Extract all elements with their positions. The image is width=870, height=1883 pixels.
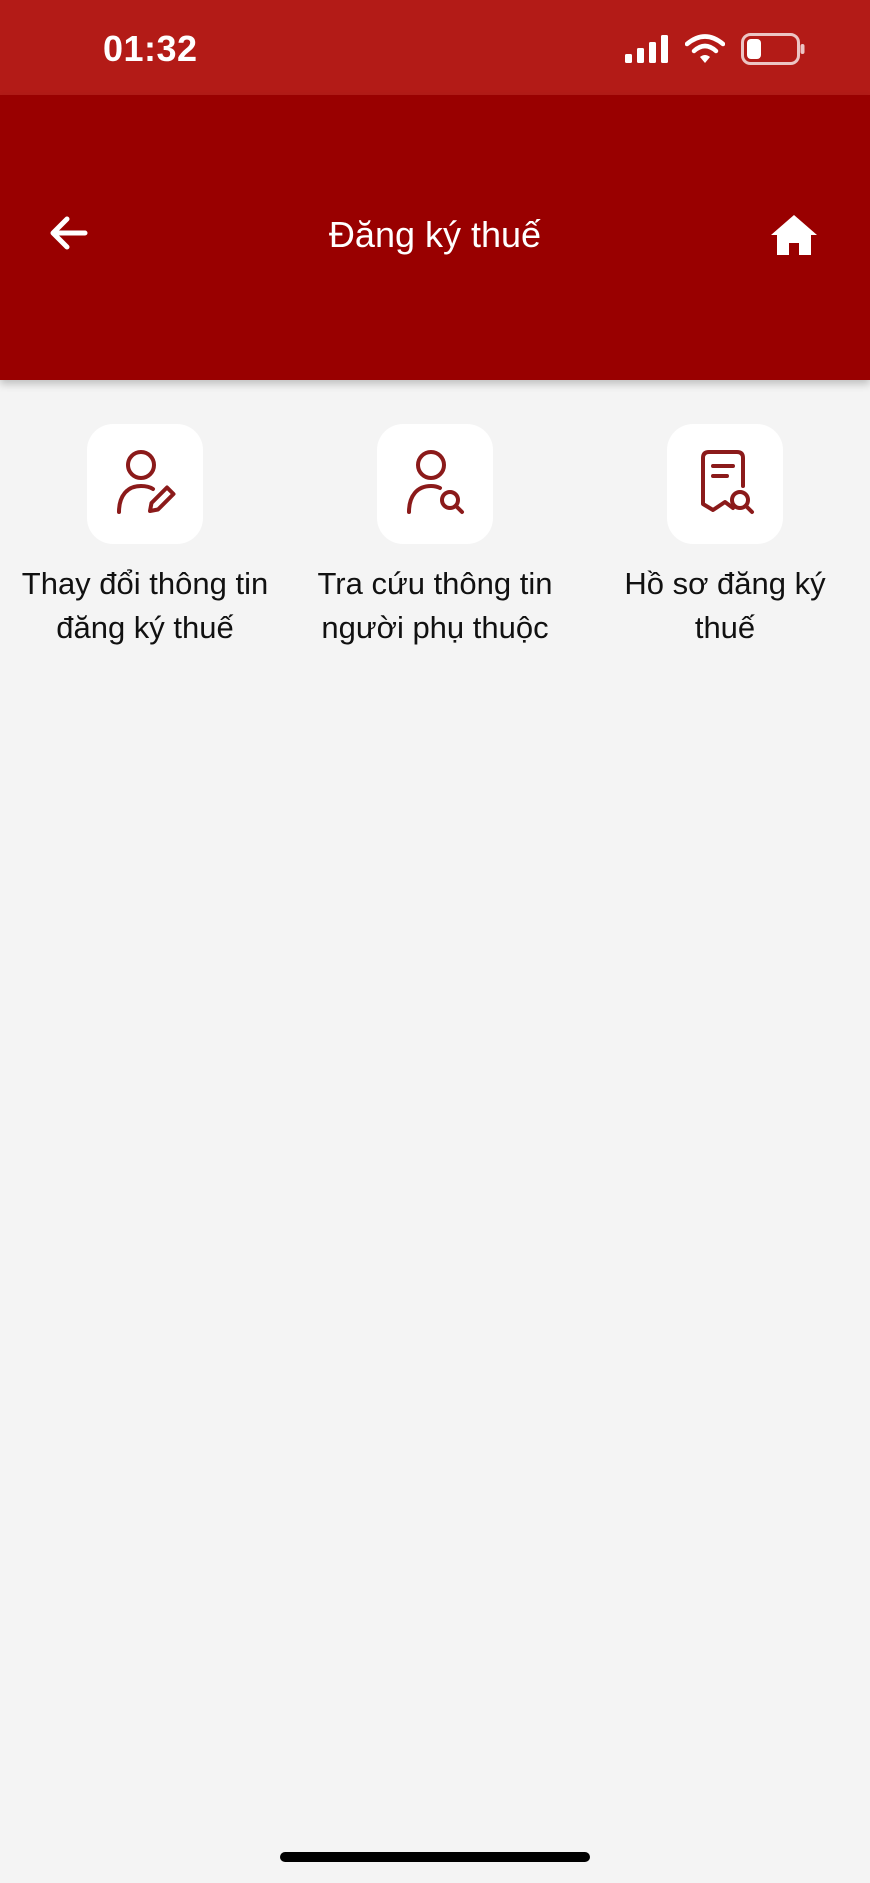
menu-item-dependent-lookup[interactable]: Tra cứu thông tin người phụ thuộc [290,380,580,650]
back-button[interactable] [38,205,98,265]
home-icon [769,213,819,262]
menu-grid: Thay đổi thông tin đăng ký thuế Tra cứu … [0,380,870,650]
menu-item-change-tax-registration[interactable]: Thay đổi thông tin đăng ký thuế [0,380,290,650]
status-time: 01:32 [103,28,198,69]
icon-tile [87,424,203,544]
document-search-icon [693,448,757,521]
battery-icon [741,32,805,70]
wifi-icon [684,33,726,69]
app-header: Đăng ký thuế [0,95,870,380]
menu-item-label: Thay đổi thông tin đăng ký thuế [21,566,269,645]
icon-tile [377,424,493,544]
menu-item-tax-registration-file[interactable]: Hồ sơ đăng ký thuế [580,380,870,650]
page-title: Đăng ký thuế [328,214,542,255]
home-button[interactable] [758,207,830,267]
menu-item-label: Tra cứu thông tin người phụ thuộc [317,566,553,645]
signal-icon [625,34,669,68]
status-icons [625,32,805,70]
menu-item-label: Hồ sơ đăng ký thuế [624,566,826,645]
user-edit-icon [113,448,177,521]
user-search-icon [403,448,467,521]
arrow-left-icon [47,215,89,256]
icon-tile [667,424,783,544]
home-indicator[interactable] [280,1852,590,1862]
status-bar: 01:32 [0,0,870,95]
